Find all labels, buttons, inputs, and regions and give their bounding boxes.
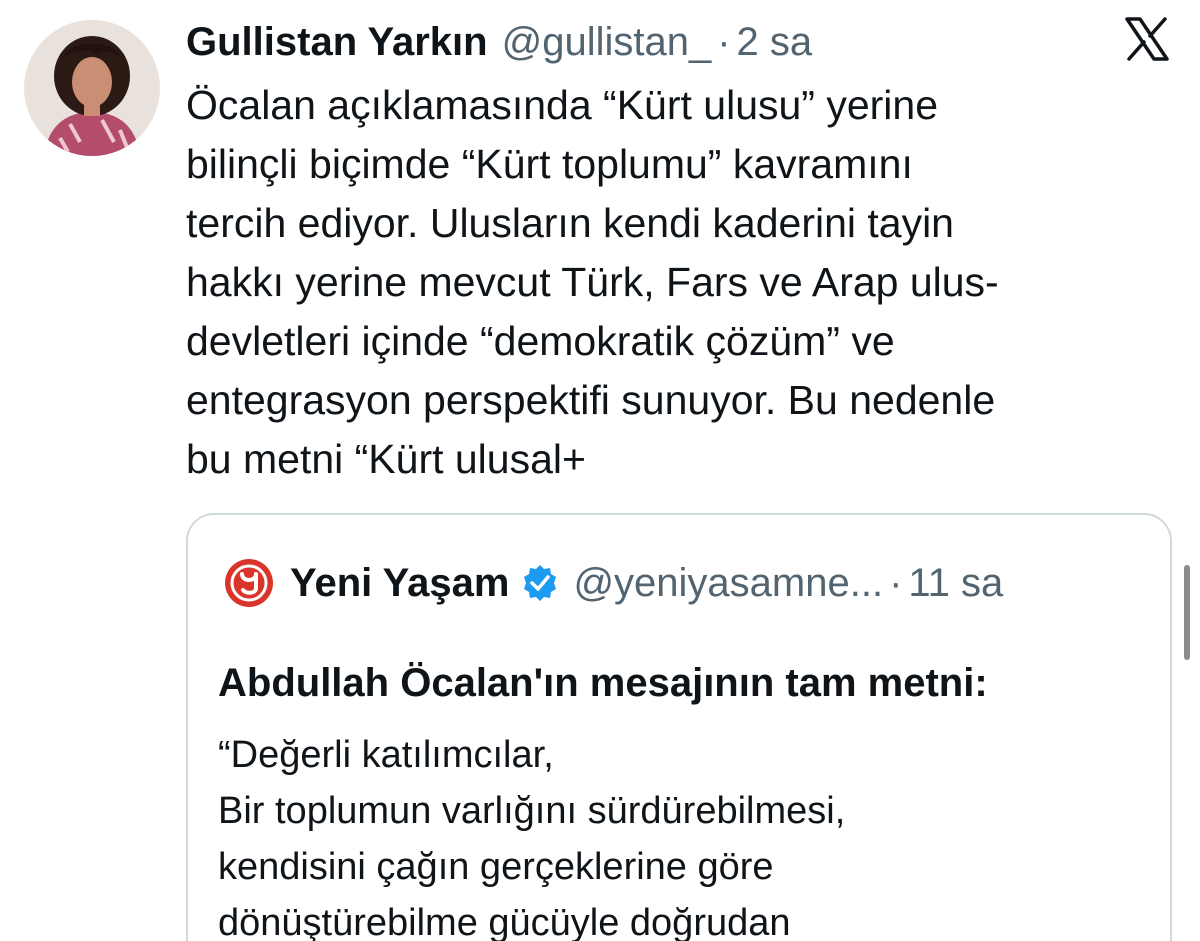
tweet-text-line: entegrasyon perspektifi sunuyor. Bu nede… [186,377,996,423]
quoted-tweet-header: Yeni Yaşam @yeniyasamne... · 11 sa [224,557,1003,609]
quoted-tweet-body: “Değerli katılımcılar, Bir toplumun varl… [218,727,845,941]
quoted-author-handle[interactable]: @yeniyasamne... [573,561,883,606]
tweet-text-line: bu metni “Kürt ulusal+ [186,436,586,482]
quoted-tweet-title: Abdullah Öcalan'ın mesajının tam metni: [218,661,988,705]
yeni-yasam-logo-icon [225,559,273,607]
quoted-tweet-card[interactable]: Yeni Yaşam @yeniyasamne... · 11 sa Abdul… [186,513,1172,941]
tweet-timestamp[interactable]: 2 sa [737,20,813,65]
scrollbar-thumb[interactable] [1184,565,1190,660]
tweet-text-line: devletleri içinde “demokratik çözüm” ve [186,318,895,364]
quoted-body-line: kendisini çağın gerçeklerine göre [218,846,774,888]
quoted-tweet-timestamp[interactable]: 11 sa [908,561,1003,606]
avatar-photo [24,20,160,156]
author-avatar[interactable] [24,20,160,156]
x-logo-icon[interactable] [1124,16,1170,62]
tweet-text-line: tercih ediyor. Ulusların kendi kaderini … [186,200,954,246]
tweet-text: Öcalan açıklamasında “Kürt ulusu” yerine… [186,76,1186,489]
quoted-body-line: dönüştürebilme gücüyle doğrudan [218,902,791,941]
quoted-body-line: Bir toplumun varlığını sürdürebilmesi, [218,790,846,832]
quoted-body-line: “Değerli katılımcılar, [218,734,554,776]
tweet-text-line: hakkı yerine mevcut Türk, Fars ve Arap u… [186,259,999,305]
verified-badge-icon [524,565,557,601]
tweet-text-line: bilinçli biçimde “Kürt toplumu” kavramın… [186,141,913,187]
author-handle[interactable]: @gullistan_ [502,20,712,65]
tweet-text-line: Öcalan açıklamasında “Kürt ulusu” yerine [186,82,939,128]
header-separator: · [717,19,731,64]
tweet-header: Gullistan Yarkın @gullistan_ · 2 sa [186,14,812,70]
quoted-author-name[interactable]: Yeni Yaşam [290,561,509,606]
quoted-header-separator: · [889,560,903,605]
author-name[interactable]: Gullistan Yarkın [186,20,488,65]
